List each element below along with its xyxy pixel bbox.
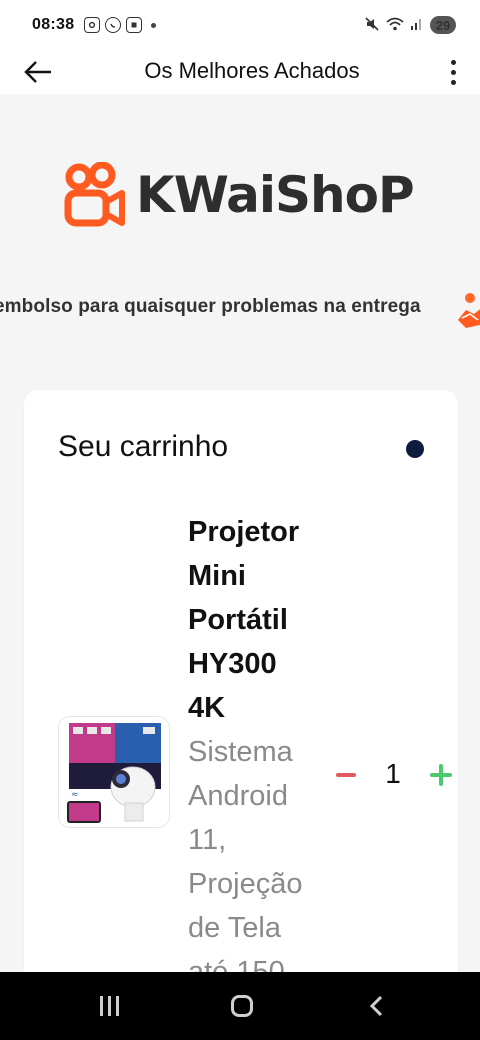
signal-icon	[410, 17, 424, 34]
app-bar: Os Melhores Achados	[0, 50, 480, 94]
dot-icon	[151, 22, 157, 28]
system-back-button[interactable]	[364, 990, 390, 1022]
system-nav-bar	[0, 972, 480, 1040]
product-description: Sistema Android 11, Projeção de Tela até…	[188, 736, 303, 988]
status-bar: 08:38 29	[0, 0, 480, 50]
back-icon	[369, 995, 383, 1017]
refund-banner: embolso para quaisquer problemas na entr…	[0, 288, 480, 330]
product-image[interactable]: ≈	[58, 716, 170, 828]
quantity-stepper: 1	[332, 752, 458, 798]
notification-icons	[84, 17, 157, 33]
more-vert-icon	[450, 59, 456, 65]
product-name[interactable]: Projetor Mini Portátil HY300 4K	[188, 510, 318, 730]
more-menu-button[interactable]	[438, 54, 468, 90]
home-button[interactable]	[228, 990, 256, 1022]
projector-image: ≈	[59, 717, 169, 827]
cart-title: Seu carrinho	[58, 430, 229, 463]
kwai-camera-icon	[64, 162, 125, 227]
mute-icon	[364, 16, 380, 35]
recents-icon	[99, 996, 103, 1016]
recents-button[interactable]	[96, 990, 122, 1022]
svg-text:≈: ≈	[71, 790, 79, 800]
cart-card: Seu carrinho ≈ Projetor Mini Portátil HY…	[24, 390, 458, 990]
status-right: 29	[364, 16, 456, 35]
instagram-icon	[84, 17, 101, 33]
wifi-icon	[386, 16, 404, 35]
minus-icon	[336, 773, 356, 777]
kwaishop-logo: KWaiShoP	[64, 160, 424, 230]
screenshot-icon	[126, 17, 143, 33]
quantity-value: 1	[385, 758, 401, 789]
banner-text: embolso para quaisquer problemas na entr…	[0, 296, 421, 317]
status-time: 08:38	[32, 16, 75, 33]
increase-quantity-button[interactable]	[426, 752, 456, 798]
home-icon	[231, 995, 253, 1017]
page-title: Os Melhores Achados	[144, 58, 360, 83]
battery-indicator: 29	[430, 16, 456, 34]
logo-text: KWaiShoP	[136, 166, 415, 224]
handshake-icon	[458, 293, 480, 328]
whatsapp-icon	[105, 17, 122, 33]
cart-status-dot	[406, 440, 424, 458]
decrease-quantity-button[interactable]	[332, 752, 360, 798]
